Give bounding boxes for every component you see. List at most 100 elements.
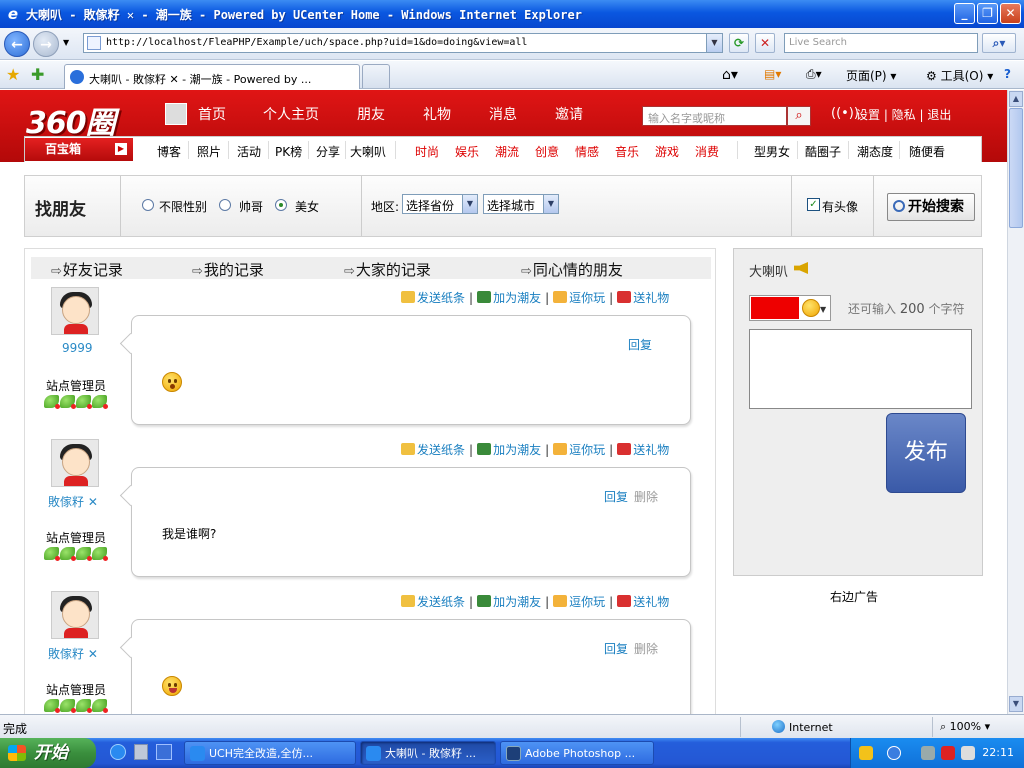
province-select[interactable]: 选择省份 ▼ <box>402 194 478 214</box>
subnav-blog[interactable]: 博客 <box>157 143 181 160</box>
subnav-entertainment[interactable]: 娱乐 <box>455 143 479 160</box>
nav-messages[interactable]: 消息 <box>489 104 517 124</box>
scroll-down-icon[interactable]: ▼ <box>1009 696 1023 712</box>
delete-link[interactable]: 删除 <box>634 640 658 657</box>
add-friend-link[interactable]: 加为潮友 <box>493 595 541 609</box>
user-search-input[interactable]: 输入名字或昵称 <box>642 106 787 126</box>
feeds-icon[interactable]: ▤▾ <box>764 67 781 81</box>
treasure-box-button[interactable]: 百宝箱 ▶ <box>25 138 133 161</box>
taskbar-item-active[interactable]: 大喇叭 - 敗傢籽 ... <box>360 741 496 765</box>
tab-friends-records[interactable]: 好友记录 <box>51 259 123 280</box>
subnav-browse[interactable]: 随便看 <box>909 143 945 160</box>
subnav-games[interactable]: 游戏 <box>655 143 679 160</box>
ie-quicklaunch-icon[interactable] <box>110 744 126 760</box>
add-friend-link[interactable]: 加为潮友 <box>493 443 541 457</box>
taskbar-item[interactable]: UCH完全改造,全仿... <box>184 741 356 765</box>
tab-active[interactable]: 大喇叭 - 敗傢籽 ✕ - 潮一族 - Powered by ... <box>64 64 360 89</box>
send-gift-link[interactable]: 送礼物 <box>633 291 669 305</box>
tray-icon[interactable] <box>859 746 873 760</box>
speaker-textarea[interactable] <box>749 329 972 409</box>
subnav-circles[interactable]: 酷圈子 <box>805 143 841 160</box>
live-search-input[interactable]: Live Search <box>784 33 978 53</box>
publish-button[interactable]: 发布 <box>886 413 966 493</box>
page-menu[interactable]: 页面(P) ▾ <box>846 67 896 84</box>
tab-my-records[interactable]: 我的记录 <box>192 259 264 280</box>
maximize-button[interactable]: ❐ <box>977 3 998 24</box>
subnav-photos[interactable]: 照片 <box>197 143 221 160</box>
poke-link[interactable]: 逗你玩 <box>569 443 605 457</box>
feed-username[interactable]: 敗傢籽 ✕ <box>48 493 98 510</box>
subnav-pk[interactable]: PK榜 <box>275 143 302 160</box>
new-tab-button[interactable] <box>362 64 390 88</box>
color-swatch[interactable] <box>751 297 799 319</box>
reply-link[interactable]: 回复 <box>604 640 628 657</box>
security-shield-icon[interactable] <box>941 746 955 760</box>
zoom-control[interactable]: ⌕ 100% ▾ <box>940 720 990 734</box>
subnav-emotion[interactable]: 情感 <box>575 143 599 160</box>
nav-gifts[interactable]: 礼物 <box>423 104 451 124</box>
url-field[interactable]: http://localhost/FleaPHP/Example/uch/spa… <box>83 33 723 53</box>
color-emoji-picker[interactable]: ▼ <box>749 295 831 321</box>
stop-button[interactable]: ✕ <box>755 33 775 53</box>
volume-icon[interactable] <box>961 746 975 760</box>
add-friend-link[interactable]: 加为潮友 <box>493 291 541 305</box>
back-button[interactable]: ← <box>4 31 30 57</box>
reply-link[interactable]: 回复 <box>604 488 628 505</box>
smiley-icon[interactable] <box>802 299 820 317</box>
feed-username[interactable]: 敗傢籽 ✕ <box>48 645 98 662</box>
send-note-link[interactable]: 发送纸条 <box>417 443 465 457</box>
avatar[interactable] <box>51 439 99 487</box>
tray-expand-icon[interactable] <box>887 746 901 760</box>
nav-invite[interactable]: 邀请 <box>555 104 583 124</box>
user-search-button[interactable]: ⌕ <box>787 106 811 126</box>
subnav-fashion[interactable]: 时尚 <box>415 143 439 160</box>
help-icon[interactable]: ? <box>1004 67 1011 81</box>
history-dropdown-icon[interactable]: ▼ <box>63 38 69 47</box>
nav-home[interactable]: 首页 <box>198 104 226 124</box>
subnav-speaker[interactable]: 大喇叭 <box>350 143 386 160</box>
poke-link[interactable]: 逗你玩 <box>569 595 605 609</box>
favorites-star-icon[interactable]: ★ <box>6 65 20 84</box>
chevron-down-icon[interactable]: ▼ <box>820 305 826 314</box>
tab-all-records[interactable]: 大家的记录 <box>344 259 431 280</box>
taskbar-item[interactable]: Adobe Photoshop ... <box>500 741 654 765</box>
subnav-events[interactable]: 活动 <box>237 143 261 160</box>
gender-female-radio[interactable] <box>275 199 287 211</box>
poke-link[interactable]: 逗你玩 <box>569 291 605 305</box>
print-icon[interactable]: ⎙▾ <box>806 67 822 82</box>
feed-username[interactable]: 9999 <box>62 341 93 355</box>
scroll-up-icon[interactable]: ▲ <box>1009 91 1023 107</box>
subnav-stylish[interactable]: 型男女 <box>754 143 790 160</box>
show-desktop-icon[interactable] <box>156 744 172 760</box>
network-icon[interactable] <box>921 746 935 760</box>
refresh-button[interactable]: ⟳ <box>729 33 749 53</box>
subnav-music[interactable]: 音乐 <box>615 143 639 160</box>
send-note-link[interactable]: 发送纸条 <box>417 595 465 609</box>
delete-link[interactable]: 删除 <box>634 488 658 505</box>
close-button[interactable]: ✕ <box>1000 3 1021 24</box>
subnav-share[interactable]: 分享 <box>316 143 340 160</box>
send-gift-link[interactable]: 送礼物 <box>633 595 669 609</box>
subnav-consume[interactable]: 消费 <box>695 143 719 160</box>
gender-male-radio[interactable] <box>219 199 231 211</box>
nav-friends[interactable]: 朋友 <box>357 104 385 124</box>
security-zone[interactable]: Internet <box>772 720 833 734</box>
avatar[interactable] <box>51 591 99 639</box>
start-button[interactable]: 开始 <box>0 738 96 768</box>
url-dropdown-icon[interactable]: ▼ <box>706 34 722 52</box>
nav-profile[interactable]: 个人主页 <box>263 104 319 124</box>
gender-any-radio[interactable] <box>142 199 154 211</box>
tab-same-mood[interactable]: 同心情的朋友 <box>521 259 623 280</box>
send-gift-link[interactable]: 送礼物 <box>633 443 669 457</box>
subnav-trend[interactable]: 潮流 <box>495 143 519 160</box>
city-select[interactable]: 选择城市 ▼ <box>483 194 559 214</box>
header-links[interactable]: 设置 | 隐私 | 退出 <box>856 106 951 123</box>
minimize-button[interactable]: _ <box>954 3 975 24</box>
vertical-scrollbar[interactable]: ▲ ▼ <box>1007 90 1024 714</box>
send-note-link[interactable]: 发送纸条 <box>417 291 465 305</box>
home-icon[interactable]: ⌂▾ <box>722 67 738 83</box>
tools-menu[interactable]: ⚙ 工具(O) ▾ <box>926 67 993 84</box>
reply-link[interactable]: 回复 <box>628 336 652 353</box>
forward-button[interactable]: → <box>33 31 59 57</box>
subnav-creative[interactable]: 创意 <box>535 143 559 160</box>
